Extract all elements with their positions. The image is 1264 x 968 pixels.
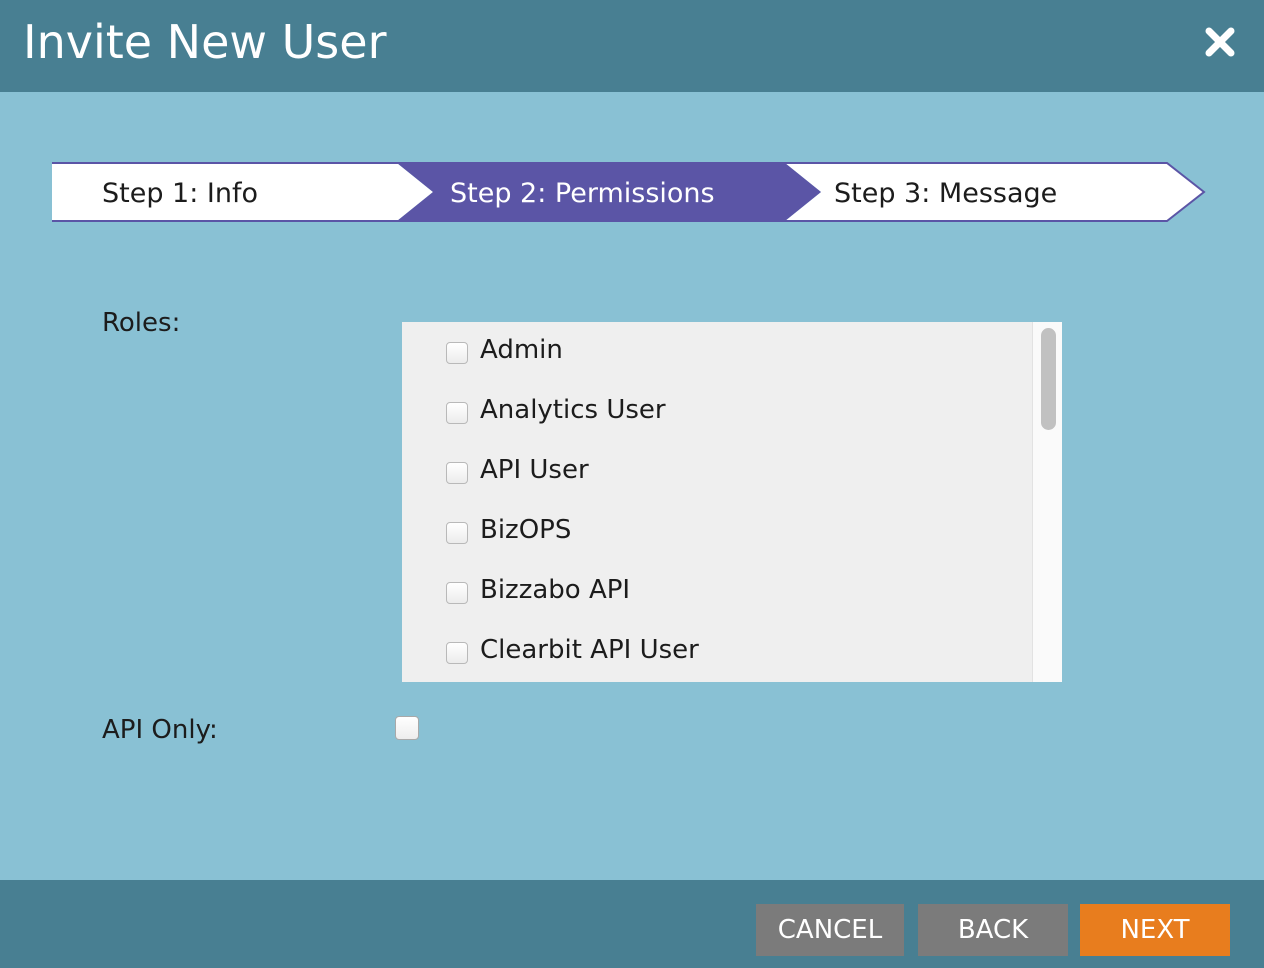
roles-scrollbar[interactable] bbox=[1032, 322, 1062, 682]
role-checkbox-bizzabo-api[interactable] bbox=[446, 582, 468, 604]
role-item-admin[interactable]: Admin bbox=[402, 322, 1032, 382]
api-only-label: API Only: bbox=[102, 715, 218, 745]
cancel-button[interactable]: CANCEL bbox=[756, 904, 904, 956]
role-checkbox-analytics-user[interactable] bbox=[446, 402, 468, 424]
role-checkbox-clearbit-api-user[interactable] bbox=[446, 642, 468, 664]
role-item-bizops[interactable]: BizOPS bbox=[402, 502, 1032, 562]
dialog-title: Invite New User bbox=[23, 15, 387, 69]
role-label: API User bbox=[480, 455, 589, 485]
role-checkbox-api-user[interactable] bbox=[446, 462, 468, 484]
role-label: Clearbit API User bbox=[480, 635, 699, 665]
close-icon bbox=[1205, 27, 1235, 57]
dialog-header: Invite New User bbox=[0, 0, 1264, 92]
role-label: Analytics User bbox=[480, 395, 666, 425]
role-label: Admin bbox=[480, 335, 563, 365]
role-item-bizzabo-api[interactable]: Bizzabo API bbox=[402, 562, 1032, 622]
step-3-message[interactable]: Step 3: Message bbox=[834, 174, 1057, 214]
role-item-analytics-user[interactable]: Analytics User bbox=[402, 382, 1032, 442]
step-2-permissions[interactable]: Step 2: Permissions bbox=[450, 174, 715, 214]
back-button[interactable]: BACK bbox=[918, 904, 1068, 956]
next-button[interactable]: NEXT bbox=[1080, 904, 1230, 956]
role-item-api-user[interactable]: API User bbox=[402, 442, 1032, 502]
roles-list[interactable]: Admin Analytics User API User BizOPS Biz… bbox=[402, 322, 1062, 682]
close-button[interactable] bbox=[1198, 20, 1242, 64]
roles-scrollbar-thumb[interactable] bbox=[1041, 328, 1056, 430]
role-checkbox-admin[interactable] bbox=[446, 342, 468, 364]
step-1-info[interactable]: Step 1: Info bbox=[102, 174, 258, 214]
api-only-checkbox[interactable] bbox=[395, 716, 419, 740]
role-label: Bizzabo API bbox=[480, 575, 631, 605]
role-checkbox-bizops[interactable] bbox=[446, 522, 468, 544]
dialog-footer: CANCEL BACK NEXT bbox=[0, 880, 1264, 968]
role-label: BizOPS bbox=[480, 515, 572, 545]
roles-label: Roles: bbox=[102, 308, 181, 338]
role-item-clearbit-api-user[interactable]: Clearbit API User bbox=[402, 622, 1032, 682]
